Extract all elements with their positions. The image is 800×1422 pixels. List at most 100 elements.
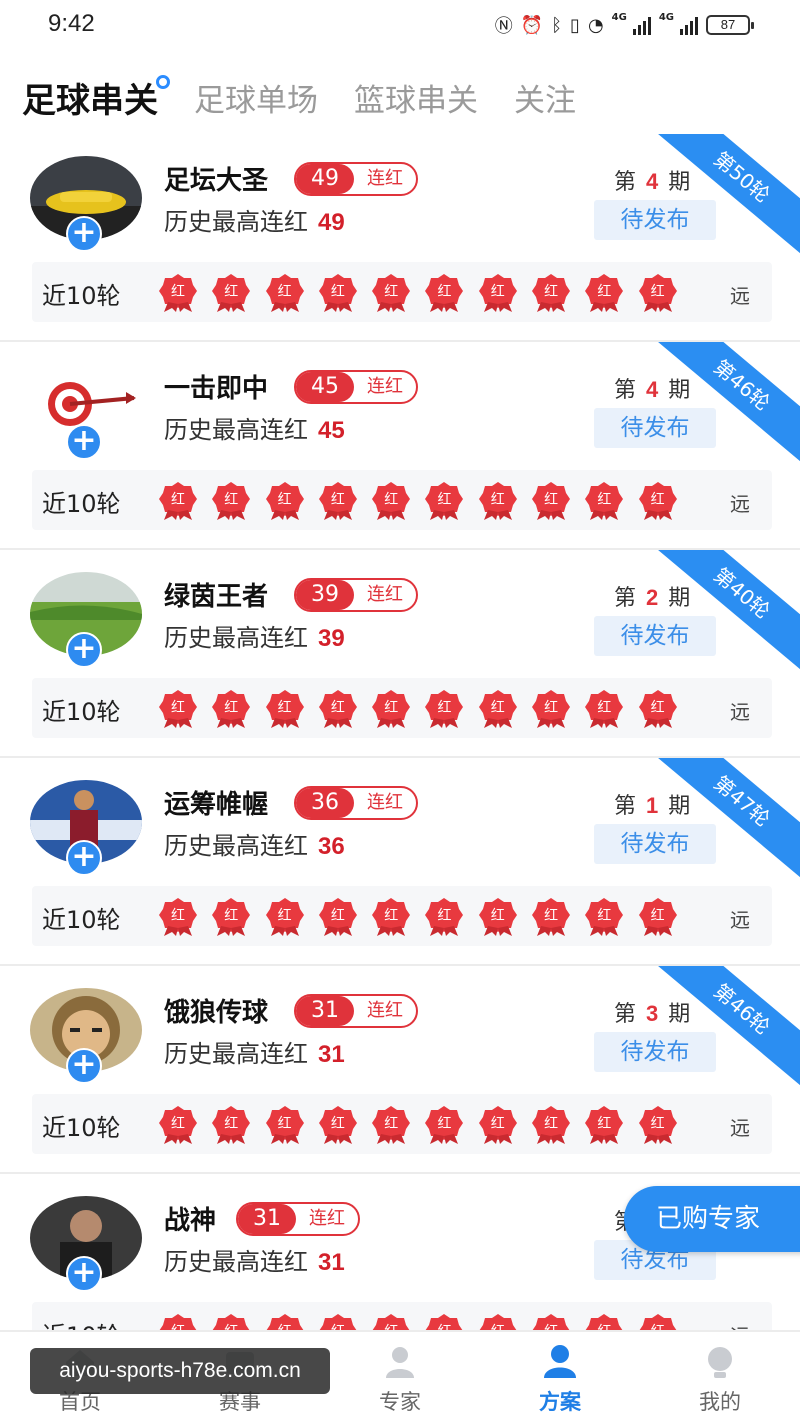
pending-status[interactable]: 待发布 bbox=[594, 824, 716, 864]
period-number: 4 bbox=[646, 377, 659, 402]
win-badge: 红 bbox=[211, 688, 251, 728]
win-badge: 红 bbox=[584, 272, 624, 312]
active-tab-dot-icon bbox=[156, 74, 170, 89]
expert-card[interactable]: + 绿茵王者 39 连红 历史最高连红 39 第 2 期待发布 第40轮 近10轮红红红红红红红红红… bbox=[0, 550, 800, 758]
win-badge: 红 bbox=[424, 896, 464, 936]
win-badge: 红 bbox=[638, 272, 678, 312]
win-badge: 红 bbox=[531, 1104, 571, 1144]
win-badge: 红 bbox=[478, 688, 518, 728]
pending-status[interactable]: 待发布 bbox=[594, 1032, 716, 1072]
win-badge: 红 bbox=[638, 896, 678, 936]
tab-football-single[interactable]: 足球单场 bbox=[194, 75, 318, 120]
avatar-wrap: + bbox=[30, 988, 142, 1084]
win-badge: 红 bbox=[424, 272, 464, 312]
win-badge: 红 bbox=[158, 272, 198, 312]
recent-badges: 红红红红红红红红红红 bbox=[158, 1104, 691, 1144]
expert-name: 战神 bbox=[164, 1206, 217, 1236]
recent-badges: 红红红红红红红红红红 bbox=[158, 688, 691, 728]
win-badge: 红 bbox=[371, 480, 411, 520]
streak-label: 连红 bbox=[367, 168, 403, 189]
win-badge: 红 bbox=[265, 1104, 305, 1144]
nav-profile[interactable]: 我的 bbox=[640, 1332, 800, 1422]
period-info: 第3期 bbox=[614, 1001, 691, 1027]
streak-count: 31 bbox=[238, 1204, 296, 1234]
streak-label: 连红 bbox=[367, 584, 403, 605]
nav-expert[interactable]: 专家 bbox=[320, 1332, 480, 1422]
streak-count: 49 bbox=[296, 164, 354, 194]
win-badge: 红 bbox=[478, 896, 518, 936]
streak-label: 连红 bbox=[309, 1208, 345, 1229]
network-label-1: 4G bbox=[611, 12, 627, 23]
recent-badges: 红红红红红红红红红红 bbox=[158, 480, 691, 520]
tab-basketball-parlay[interactable]: 篮球串关 bbox=[354, 75, 478, 120]
best-streak-value: 31 bbox=[318, 1041, 345, 1068]
recent-results-row: 近10轮红红红红红红红红红红远 bbox=[32, 1094, 772, 1154]
win-badge: 红 bbox=[478, 480, 518, 520]
pending-status[interactable]: 待发布 bbox=[594, 616, 716, 656]
category-tabs: 足球串关 足球单场 篮球串关 关注 bbox=[22, 62, 612, 132]
streak-count: 31 bbox=[296, 996, 354, 1026]
win-badge: 红 bbox=[531, 272, 571, 312]
streak-badge: 39 连红 bbox=[294, 578, 418, 612]
streak-count: 45 bbox=[296, 372, 354, 402]
win-badge: 红 bbox=[584, 688, 624, 728]
win-badge: 红 bbox=[371, 1104, 411, 1144]
win-badge: 红 bbox=[211, 896, 251, 936]
win-badge: 红 bbox=[318, 896, 358, 936]
tab-football-parlay[interactable]: 足球串关 bbox=[22, 73, 170, 122]
expert-card[interactable]: + 饿狼传球 31 连红 历史最高连红 31 第 3 期待发布 第46轮 近10轮红红红红红红红红红… bbox=[0, 966, 800, 1174]
purchased-experts-button[interactable]: 已购专家 bbox=[624, 1186, 800, 1252]
pending-status[interactable]: 待发布 bbox=[594, 408, 716, 448]
expert-icon bbox=[386, 1347, 414, 1378]
follow-plus-button[interactable]: + bbox=[66, 424, 102, 460]
best-streak: 历史最高连红 31 bbox=[164, 1040, 345, 1068]
win-badge: 红 bbox=[531, 688, 571, 728]
win-badge: 红 bbox=[318, 1104, 358, 1144]
win-badge: 红 bbox=[265, 272, 305, 312]
more-link[interactable]: 远 bbox=[730, 696, 750, 725]
avatar-wrap: + bbox=[30, 156, 142, 252]
best-streak: 历史最高连红 45 bbox=[164, 416, 345, 444]
streak-badge: 31 连红 bbox=[294, 994, 418, 1028]
win-badge: 红 bbox=[638, 688, 678, 728]
streak-badge: 49 连红 bbox=[294, 162, 418, 196]
wifi-icon: ◔ bbox=[587, 14, 604, 36]
pending-status[interactable]: 待发布 bbox=[594, 200, 716, 240]
nfc-icon: Ⓝ bbox=[494, 16, 513, 37]
win-badge: 红 bbox=[158, 1104, 198, 1144]
recent-results-row: 近10轮红红红红红红红红红红远 bbox=[32, 470, 772, 530]
signal-icon bbox=[680, 15, 698, 35]
more-link[interactable]: 远 bbox=[730, 488, 750, 517]
win-badge: 红 bbox=[424, 480, 464, 520]
more-link[interactable]: 远 bbox=[730, 280, 750, 309]
recent-results-row: 近10轮红红红红红红红红红红远 bbox=[32, 886, 772, 946]
win-badge: 红 bbox=[424, 688, 464, 728]
follow-plus-button[interactable]: + bbox=[66, 216, 102, 252]
follow-plus-button[interactable]: + bbox=[66, 1256, 102, 1292]
avatar-wrap: + bbox=[30, 1196, 142, 1292]
tab-follow[interactable]: 关注 bbox=[514, 75, 576, 120]
nav-plan[interactable]: 方案 bbox=[480, 1332, 640, 1422]
plan-icon bbox=[544, 1345, 576, 1378]
expert-name: 饿狼传球 bbox=[164, 998, 269, 1028]
period-info: 第2期 bbox=[614, 585, 691, 611]
streak-badge: 36 连红 bbox=[294, 786, 418, 820]
win-badge: 红 bbox=[531, 896, 571, 936]
recent-label: 近10轮 bbox=[42, 282, 121, 310]
more-link[interactable]: 远 bbox=[730, 1112, 750, 1141]
status-icons: Ⓝ ⏰ ᛒ ▯ ◔ 4G 4G 87 bbox=[494, 12, 754, 38]
follow-plus-button[interactable]: + bbox=[66, 1048, 102, 1084]
win-badge: 红 bbox=[265, 688, 305, 728]
more-link[interactable]: 远 bbox=[730, 904, 750, 933]
signal-icon bbox=[632, 15, 651, 35]
expert-card[interactable]: + 足坛大圣 49 连红 历史最高连红 49 第 4 期待发布 第50轮 近10轮红红红红红红红红红… bbox=[0, 134, 800, 342]
win-badge: 红 bbox=[584, 896, 624, 936]
win-badge: 红 bbox=[211, 1104, 251, 1144]
recent-badges: 红红红红红红红红红红 bbox=[158, 896, 691, 936]
expert-card[interactable]: + 运筹帷幄 36 连红 历史最高连红 36 第 1 期待发布 第47轮 近10轮红红红红红红红红红… bbox=[0, 758, 800, 966]
win-badge: 红 bbox=[265, 480, 305, 520]
follow-plus-button[interactable]: + bbox=[66, 632, 102, 668]
follow-plus-button[interactable]: + bbox=[66, 840, 102, 876]
expert-card[interactable]: + 一击即中 45 连红 历史最高连红 45 第 4 期待发布 第46轮 近10轮红红红红红红红红红… bbox=[0, 342, 800, 550]
win-badge: 红 bbox=[531, 480, 571, 520]
